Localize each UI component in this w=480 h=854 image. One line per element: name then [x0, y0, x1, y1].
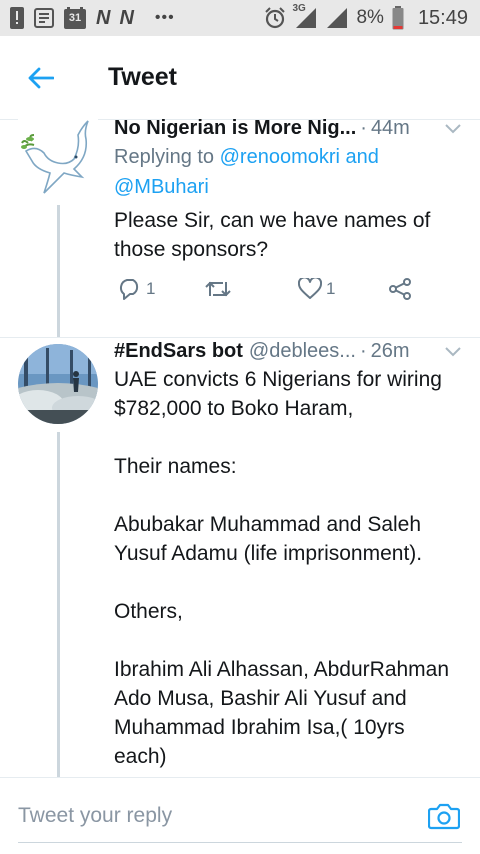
tweet-header: No Nigerian is More Nig... · 44m — [114, 117, 462, 140]
tweet-reply[interactable]: No Nigerian is More Nig... · 44m Replyin… — [0, 111, 480, 337]
tweet-parent[interactable]: #EndSars bot @deblees... · 26m UAE convi… — [0, 338, 480, 778]
share-icon — [389, 278, 411, 300]
replying-to: Replying to @renoomokri and @MBuhari — [114, 142, 462, 202]
clock: 15:49 — [417, 6, 468, 29]
author-name[interactable]: #EndSars bot — [114, 340, 243, 363]
tweet-text: UAE convicts 6 Nigerians for wiring $782… — [114, 368, 450, 768]
signal-icon — [326, 7, 348, 29]
mention-link[interactable]: @MBuhari — [114, 176, 209, 198]
reply-composer: Tweet your reply — [0, 777, 480, 854]
reply-input[interactable]: Tweet your reply — [18, 804, 172, 828]
heart-icon — [298, 278, 322, 299]
retweet-button[interactable] — [204, 278, 232, 300]
replying-to-label: Replying to — [114, 146, 220, 168]
mention-and[interactable]: and — [340, 146, 379, 168]
input-underline — [18, 842, 462, 843]
chevron-down-icon — [445, 346, 461, 356]
calendar-icon: 31 — [64, 7, 86, 29]
like-button[interactable]: 1 — [298, 278, 335, 300]
battery-icon — [392, 6, 404, 30]
thread-line — [57, 205, 60, 337]
more-options-button[interactable] — [444, 123, 462, 135]
carrier-logo-1: N — [96, 6, 110, 29]
author-handle[interactable]: @deblees... — [249, 340, 356, 363]
news-icon — [34, 8, 54, 28]
separator-dot: · — [360, 117, 367, 139]
page-title: Tweet — [108, 63, 177, 91]
more-options-button[interactable] — [444, 346, 462, 358]
app-header: Tweet — [0, 36, 480, 120]
tweet-body: No Nigerian is More Nig... · 44m Replyin… — [114, 117, 462, 264]
separator-dot: · — [359, 340, 367, 362]
camera-icon — [427, 803, 461, 830]
battery-percent: 8% — [356, 7, 384, 28]
tweet-body: #EndSars bot @deblees... · 26m UAE convi… — [114, 340, 462, 771]
alert-icon — [10, 7, 24, 29]
camera-button[interactable] — [427, 802, 461, 835]
back-button[interactable] — [0, 36, 82, 120]
tweet-time: 26m — [370, 340, 410, 362]
status-bar: 31 N N ••• 3G 8% 15:49 — [0, 0, 480, 36]
tweet-header: #EndSars bot @deblees... · 26m — [114, 340, 462, 363]
reply-button[interactable]: 1 — [118, 278, 155, 300]
alarm-icon — [264, 7, 286, 29]
tweet-time: 44m — [370, 117, 410, 139]
arrow-left-icon — [28, 67, 54, 88]
thread-line — [57, 432, 60, 778]
tweet-text: Please Sir, can we have names of those s… — [114, 209, 431, 261]
network-type: 3G — [292, 3, 306, 14]
carrier-logo-2: N — [119, 6, 133, 29]
share-button[interactable] — [388, 277, 412, 301]
like-count: 1 — [326, 279, 336, 298]
more-notifications: ••• — [154, 9, 175, 26]
reply-count: 1 — [146, 279, 156, 298]
avatar-user[interactable] — [18, 344, 98, 424]
signal-3g-icon: 3G — [292, 3, 318, 29]
reply-icon — [120, 279, 139, 300]
author-name[interactable]: No Nigerian is More Nig... — [114, 117, 356, 140]
chevron-down-icon — [445, 123, 461, 133]
calendar-day: 31 — [68, 12, 82, 24]
avatar-dove[interactable] — [18, 117, 98, 197]
tweet-actions: 1 1 — [114, 275, 414, 303]
retweet-icon — [205, 281, 231, 297]
mention-link[interactable]: @renoomokri — [220, 146, 340, 168]
